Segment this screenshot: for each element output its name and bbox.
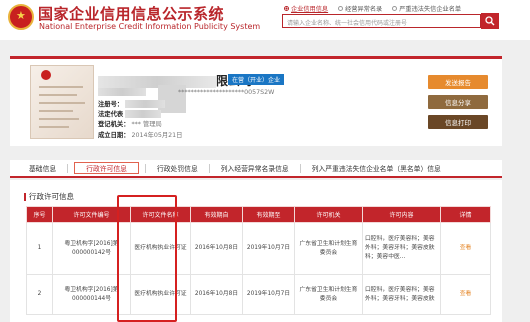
- table-row: 2 粤卫机构字[2016]第000000144号 医疗机构执业许可证 2016年…: [26, 274, 491, 315]
- share-button[interactable]: 信息分享: [428, 95, 488, 109]
- radio-icon: [392, 5, 398, 11]
- table-row: 1 粤卫机构字[2016]第000000142号 医疗机构执业许可证 2016年…: [26, 222, 491, 275]
- site-header: 国家企业信用信息公示系统 National Enterprise Credit …: [0, 0, 530, 40]
- license-section: 行政许可信息 序号 许可文件编号 许可文件名称 有效期自 有效期至 许可机关 许…: [10, 180, 502, 322]
- table-header-row: 序号 许可文件编号 许可文件名称 有效期自 有效期至 许可机关 许可内容 详情: [26, 206, 491, 223]
- national-emblem-icon: [8, 4, 34, 30]
- cell-valid-from: 2016年10月8日: [190, 222, 243, 275]
- search-icon: [485, 16, 495, 26]
- business-license-image[interactable]: [30, 65, 94, 139]
- cell-valid-to: 2019年10月7日: [242, 274, 295, 315]
- nav-label: 经营异常名录: [345, 5, 383, 13]
- tab-blacklist[interactable]: 列入严重违法失信企业名单（黑名单）信息: [301, 162, 452, 174]
- site-title: 国家企业信用信息公示系统: [38, 5, 225, 23]
- col-header: 序号: [26, 206, 53, 223]
- radio-icon: [338, 5, 344, 11]
- col-header: 有效期至: [242, 206, 295, 223]
- cell-authority: 广东省卫生和计划生育委员会: [294, 274, 363, 315]
- tab-admin-license[interactable]: 行政许可信息: [74, 162, 139, 174]
- cell-valid-from: 2016年10月8日: [190, 274, 243, 315]
- license-table: 序号 许可文件编号 许可文件名称 有效期自 有效期至 许可机关 许可内容 详情 …: [26, 206, 491, 315]
- redacted-name: [98, 75, 216, 88]
- legal-rep-row: 法定代表: [98, 109, 162, 118]
- send-report-button[interactable]: 发送报告: [428, 75, 488, 89]
- nav-abnormal-list[interactable]: 经营异常名录: [338, 3, 382, 13]
- site-subtitle: National Enterprise Credit Information P…: [39, 22, 261, 31]
- cell-no: 2: [26, 274, 53, 315]
- company-card: 限公司 在营（开业）企业 *********************0057S2…: [10, 56, 502, 146]
- print-button[interactable]: 信息打印: [428, 115, 488, 129]
- cell-content: 口腔科，医疗美容科；美容外科；美容牙科；美容皮肤: [362, 274, 441, 315]
- seal-icon: [41, 70, 51, 80]
- radio-icon: [284, 5, 289, 11]
- nav-blacklist[interactable]: 严重违法失信企业名单: [392, 3, 461, 13]
- col-header: 详情: [440, 206, 491, 223]
- tab-abnormal-list[interactable]: 列入经营异常名录信息: [210, 162, 300, 174]
- nav-enterprise-credit[interactable]: 企业信用信息: [284, 3, 328, 13]
- col-header: 许可内容: [362, 206, 441, 223]
- registration-authority-row: 登记机关： *** 管理局: [98, 121, 162, 128]
- search-button[interactable]: [481, 13, 499, 29]
- status-badge: 在营（开业）企业: [228, 74, 285, 85]
- cell-no: 1: [26, 222, 53, 275]
- tab-basic-info[interactable]: 基础信息: [18, 162, 67, 174]
- detail-link[interactable]: 查看: [440, 222, 491, 275]
- search-input[interactable]: 请输入企业名称、统一社会信用代码或注册号: [282, 14, 481, 28]
- highlight-annotation-box: [117, 195, 177, 322]
- col-header: 有效期自: [190, 206, 243, 223]
- tab-admin-penalty[interactable]: 行政处罚信息: [146, 162, 209, 174]
- nav-label: 企业信用信息: [291, 5, 329, 13]
- detail-link[interactable]: 查看: [440, 274, 491, 315]
- credit-code-row: *********************0057S2W: [98, 88, 274, 96]
- cell-authority: 广东省卫生和计划生育委员会: [294, 222, 363, 275]
- col-header: 许可机关: [294, 206, 363, 223]
- info-tabs: 基础信息 行政许可信息 行政处罚信息 列入经营异常名录信息 列入严重违法失信企业…: [10, 160, 502, 178]
- cell-valid-to: 2019年10月7日: [242, 222, 295, 275]
- search-type-nav: 企业信用信息 经营异常名录 严重违法失信企业名单: [284, 3, 461, 13]
- section-title: 行政许可信息: [24, 191, 74, 202]
- established-date-row: 成立日期： 2014年05月21日: [98, 132, 183, 139]
- cell-content: 口腔科，医疗美容科；美容外科；美容牙科；美容皮肤科；美容中医...: [362, 222, 441, 275]
- reg-no-row: 注册号：: [98, 99, 166, 108]
- nav-label: 严重违法失信企业名单: [399, 5, 462, 13]
